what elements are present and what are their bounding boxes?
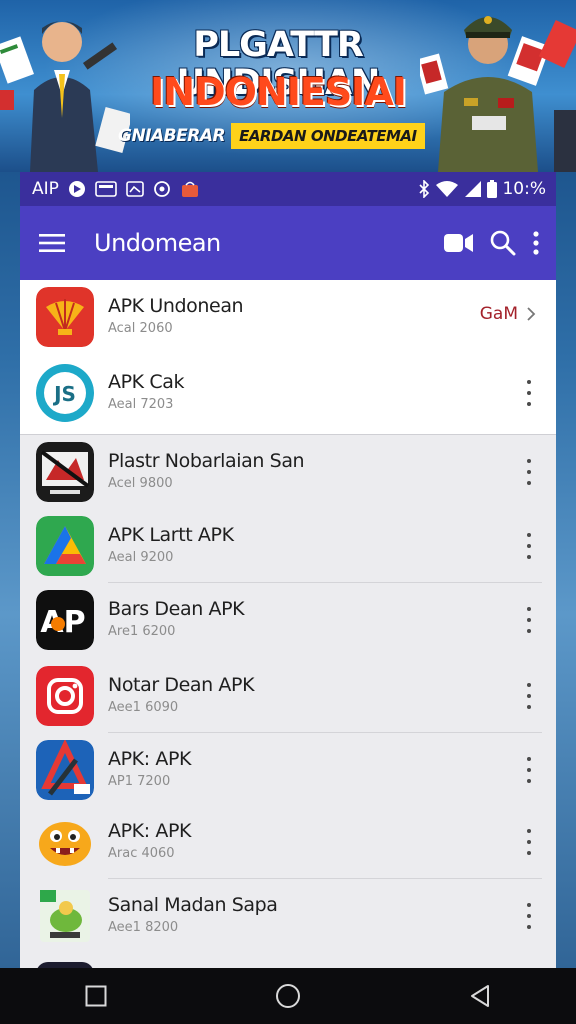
monster-icon — [36, 812, 94, 872]
home-button[interactable] — [258, 968, 318, 1024]
bluetooth-icon — [419, 180, 430, 198]
back-button[interactable] — [450, 968, 510, 1024]
app-name: APK: APK — [108, 820, 192, 842]
list-item[interactable]: Notar Dean APK Aee1 6090 — [20, 659, 556, 733]
app-name: APK Undonean — [108, 295, 244, 317]
list-item[interactable]: APK: APK Arac 4060 — [20, 805, 556, 879]
more-vert-icon[interactable] — [524, 607, 534, 633]
more-vert-icon[interactable] — [524, 683, 534, 709]
recents-icon — [85, 985, 107, 1007]
signal-icon — [465, 181, 482, 197]
app-subtitle: Aeal 7203 — [108, 397, 174, 412]
chevron-right-icon — [527, 307, 536, 321]
gallery-status-icon — [126, 181, 144, 197]
more-vert-icon[interactable] — [524, 903, 534, 929]
app-list: APK Undonean Acal 2060 GaM JS APK Cak Ae… — [20, 280, 556, 968]
navigation-status-icon — [68, 181, 85, 197]
page-title: Undomean — [94, 229, 221, 257]
officer-illustration — [420, 16, 576, 172]
app-name: Sanal Madan Sapa — [108, 894, 278, 916]
promo-banner[interactable]: PLGATTR UNDISHAN INDONIESIAI GNIABERAR E… — [0, 0, 576, 172]
turtle-icon — [36, 886, 94, 946]
video-icon[interactable] — [444, 232, 474, 254]
app-name: APK Lartt APK — [108, 524, 234, 546]
banner-tagline-right: EARDAN ONDEATEMAI — [231, 123, 425, 149]
recents-button[interactable] — [66, 968, 126, 1024]
banner-tagline: GNIABERAR EARDAN ONDEATEMAI — [118, 122, 425, 150]
list-item-partial[interactable] — [20, 955, 556, 968]
list-item[interactable]: JS APK Cak Aeal 7203 — [20, 356, 556, 434]
search-icon[interactable] — [490, 230, 516, 256]
carrier-label: AIP — [32, 179, 59, 199]
status-bar: AIP 10:% — [20, 172, 556, 206]
list-item[interactable]: Sanal Madan Sapa Aee1 8200 — [20, 879, 556, 955]
app-name: Notar Dean APK — [108, 674, 255, 696]
back-icon — [471, 985, 489, 1007]
list-item[interactable]: APK Undonean Acal 2060 GaM — [20, 280, 556, 356]
more-vert-icon[interactable] — [524, 380, 534, 406]
teal-badge-icon: JS — [36, 363, 94, 423]
more-vert-icon[interactable] — [524, 459, 534, 485]
app-name: Plastr Nobarlaian San — [108, 450, 305, 472]
more-vert-icon[interactable] — [524, 829, 534, 855]
list-item[interactable]: APK: APK AP1 7200 — [20, 733, 556, 805]
phone-screen: AIP 10:% Undomean APK Undonean Acal 2060… — [20, 172, 556, 968]
app-name: APK Cak — [108, 371, 185, 393]
open-button[interactable]: GaM — [480, 304, 536, 324]
menu-button[interactable] — [20, 206, 84, 280]
app-subtitle: Aee1 6090 — [108, 700, 179, 715]
knife-logo-icon — [36, 740, 94, 800]
app-subtitle: Aee1 8200 — [108, 920, 179, 935]
clock: 10:% — [502, 179, 546, 199]
app-subtitle: Acal 2060 — [108, 321, 173, 336]
app-subtitle: Aeal 9200 — [108, 550, 174, 565]
open-button-label: GaM — [479, 304, 518, 324]
menu-icon — [39, 234, 65, 252]
shop-status-icon — [181, 181, 198, 197]
list-item[interactable]: APK Lartt APK Aeal 9200 — [20, 509, 556, 583]
app-subtitle: AP1 7200 — [108, 774, 171, 789]
system-nav-bar — [0, 968, 576, 1024]
banner-tagline-left: GNIABERAR — [118, 126, 226, 146]
wifi-icon — [436, 181, 459, 197]
chat-status-icon — [154, 181, 170, 197]
app-name: Bars Dean APK — [108, 598, 245, 620]
app-status-icon — [95, 181, 117, 197]
app-subtitle: Arac 4060 — [108, 846, 175, 861]
app-subtitle: Acel 9800 — [108, 476, 173, 491]
businessman-illustration — [0, 21, 130, 172]
list-item[interactable]: Plastr Nobarlaian San Acel 9800 — [20, 435, 556, 509]
ap-logo-icon: AP — [36, 590, 94, 650]
camera-logo-icon — [36, 666, 94, 726]
svg-text:JS: JS — [52, 382, 76, 406]
more-vert-icon[interactable] — [532, 231, 540, 255]
shell-logo-icon — [36, 287, 94, 347]
app-subtitle: Are1 6200 — [108, 624, 176, 639]
home-icon — [276, 984, 300, 1008]
more-vert-icon[interactable] — [524, 757, 534, 783]
app-bar: Undomean — [20, 206, 556, 280]
triangle-logo-icon — [36, 516, 94, 576]
more-vert-icon[interactable] — [524, 533, 534, 559]
app-name: APK: APK — [108, 748, 192, 770]
banner-subtitle: INDONIESIAI — [150, 70, 407, 114]
battery-icon — [487, 180, 498, 198]
poster-icon — [36, 442, 94, 502]
list-item[interactable]: AP Bars Dean APK Are1 6200 — [20, 583, 556, 659]
